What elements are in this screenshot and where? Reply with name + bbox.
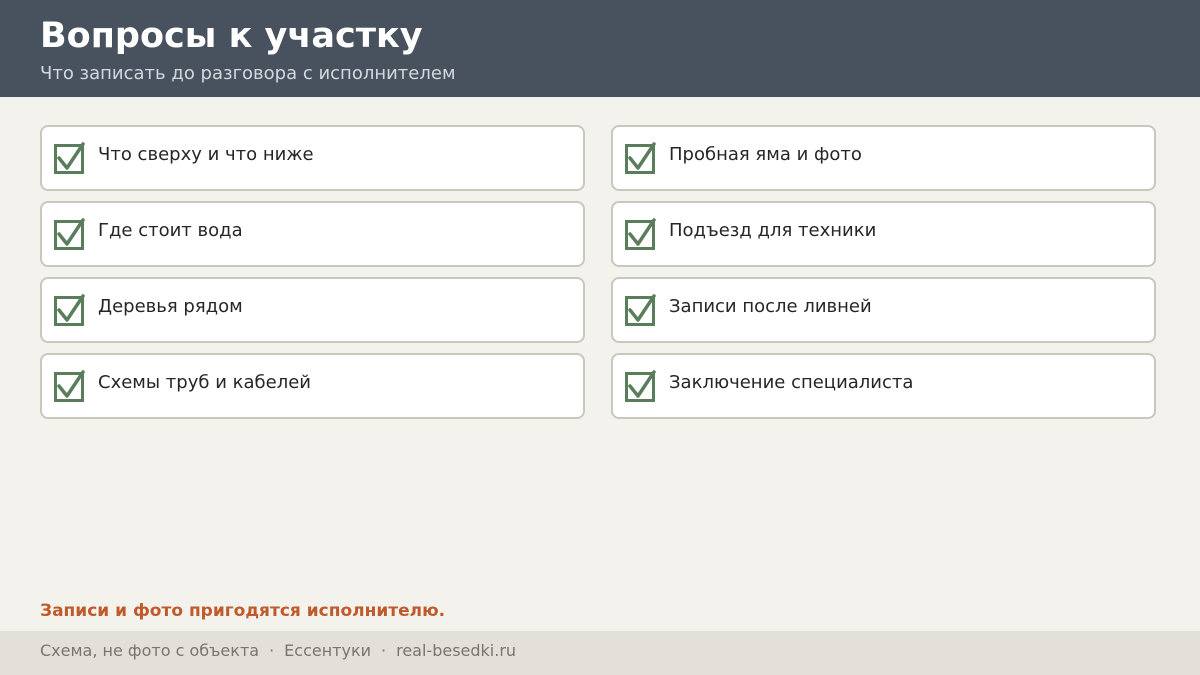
checklist-item[interactable]: Пробная яма и фото [611, 125, 1156, 191]
footer-site: real-besedki.ru [396, 641, 517, 660]
checkmark-icon [628, 142, 656, 170]
footer-bar: Схема, не фото с объекта · Ессентуки · real-… [0, 631, 1200, 675]
checkbox[interactable] [54, 142, 85, 174]
checkmark-icon [57, 370, 85, 398]
checklist-item-label: Заключение специалиста [669, 372, 914, 393]
checklist-item-label: Что сверху и что ниже [98, 144, 314, 165]
footer-source: Схема, не фото с объекта [40, 641, 260, 660]
checklist-item[interactable]: Схемы труб и кабелей [40, 353, 585, 419]
checkbox[interactable] [625, 294, 656, 326]
checklist-item[interactable]: Заключение специалиста [611, 353, 1156, 419]
footer-city: Ессентуки [284, 641, 372, 660]
checklist-item[interactable]: Деревья рядом [40, 277, 585, 343]
checklist-item-label: Где стоит вода [98, 220, 243, 241]
checklist-item-label: Схемы труб и кабелей [98, 372, 311, 393]
header-bar: Вопросы к участку Что записать до разгов… [0, 0, 1200, 97]
checklist-item[interactable]: Записи после ливней [611, 277, 1156, 343]
checkbox[interactable] [54, 218, 85, 250]
checkmark-icon [628, 370, 656, 398]
checklist-item[interactable]: Что сверху и что ниже [40, 125, 585, 191]
checkbox[interactable] [625, 218, 656, 250]
footer-text: Схема, не фото с объекта · Ессентуки · real-… [40, 641, 516, 661]
checklist-item-label: Деревья рядом [98, 296, 243, 317]
checklist-grid: Что сверху и что ниже Пробная яма и фото… [40, 125, 1156, 419]
checkmark-icon [628, 218, 656, 246]
checkbox[interactable] [625, 370, 656, 402]
checklist-item-label: Подъезд для техники [669, 220, 877, 241]
checkbox[interactable] [54, 294, 85, 326]
page-subtitle: Что записать до разговора с исполнителем [40, 63, 456, 84]
checklist-item-label: Пробная яма и фото [669, 144, 862, 165]
note-text: Записи и фото пригодятся исполнителю. [40, 601, 446, 621]
checklist-item-label: Записи после ливней [669, 296, 872, 317]
page-title: Вопросы к участку [40, 16, 423, 56]
footer-separator: · [269, 641, 275, 660]
footer-separator: · [381, 641, 387, 660]
checkmark-icon [628, 294, 656, 322]
checkbox[interactable] [625, 142, 656, 174]
checkbox[interactable] [54, 370, 85, 402]
checkmark-icon [57, 218, 85, 246]
checklist-item[interactable]: Подъезд для техники [611, 201, 1156, 267]
checkmark-icon [57, 294, 85, 322]
checklist-item[interactable]: Где стоит вода [40, 201, 585, 267]
checkmark-icon [57, 142, 85, 170]
